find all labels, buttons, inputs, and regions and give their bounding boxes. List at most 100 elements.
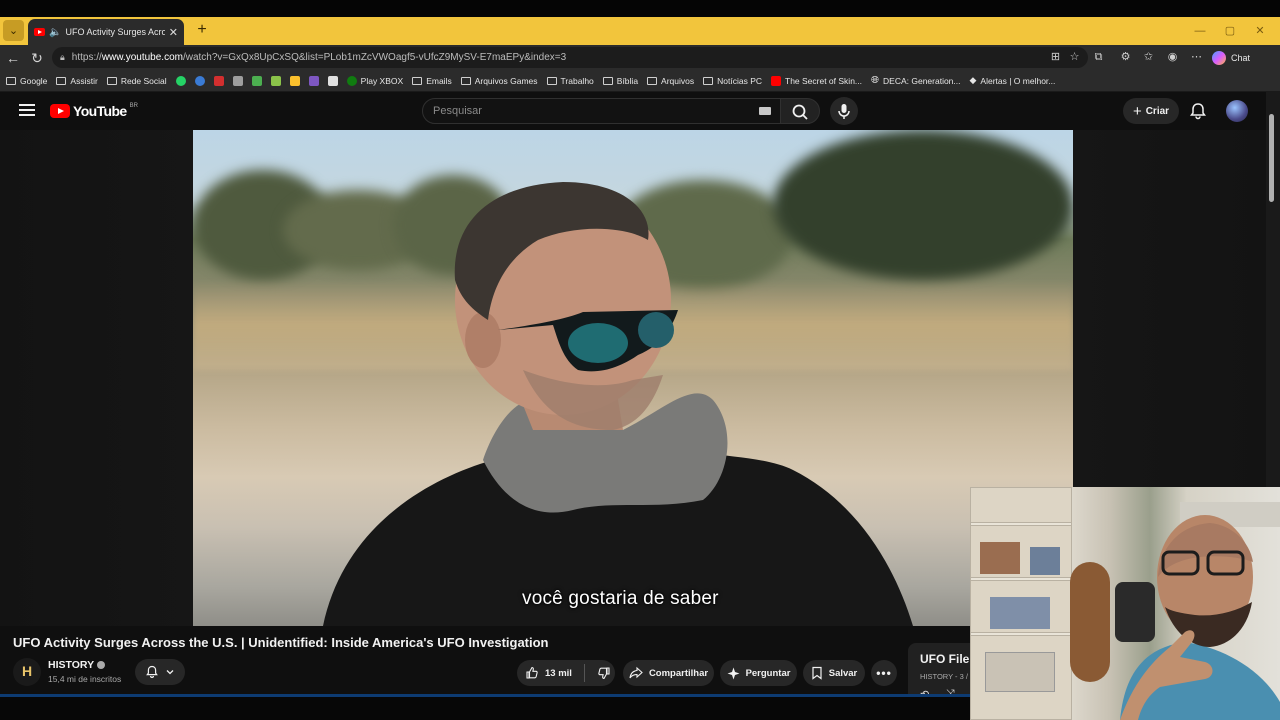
voice-search-button[interactable] — [830, 97, 858, 125]
channel-name[interactable]: HISTORY — [48, 659, 106, 671]
minimize-button[interactable]: — — [1184, 17, 1216, 45]
search-button[interactable] — [780, 98, 820, 124]
split-screen-icon[interactable]: ⚙ — [1117, 49, 1134, 66]
youtube-wordmark: YouTube — [73, 103, 127, 119]
bookmark-item[interactable]: Google — [6, 76, 47, 86]
close-window-button[interactable]: ✕ — [1244, 17, 1276, 45]
yellow-app-icon — [289, 75, 300, 86]
red-app-icon — [213, 75, 224, 86]
site-info-icon[interactable]: 🔒︎ — [60, 52, 65, 63]
browser-tab-active[interactable]: 🔈 UFO Activity Surges Across the U.S. ✕ — [28, 19, 184, 45]
youtube-play-icon — [50, 104, 70, 118]
person-on-screen — [323, 182, 913, 626]
like-dislike-group: 13 mil — [517, 660, 615, 686]
whatsapp-icon — [175, 75, 186, 86]
folder-icon — [412, 76, 423, 85]
bookmark-item[interactable] — [308, 75, 319, 86]
more-menu-icon[interactable]: ⋯ — [1188, 49, 1205, 66]
playlist-subtitle: HISTORY - 3 / — [920, 672, 968, 681]
maximize-button[interactable]: ▢ — [1214, 17, 1246, 45]
copilot-chat-button[interactable]: Chat — [1212, 48, 1250, 67]
subscription-notifications-button[interactable] — [135, 659, 185, 685]
xbox-icon — [346, 75, 357, 86]
star-app-icon — [251, 75, 262, 86]
like-count[interactable]: 13 mil — [545, 668, 572, 679]
app-install-icon[interactable]: ⊞ — [1047, 49, 1064, 66]
tab-actions-menu-button[interactable]: ⌄ — [3, 20, 24, 41]
address-bar[interactable]: 🔒︎ https://www.youtube.com/watch?v=GxQx8… — [52, 47, 1088, 68]
notifications-bell-icon[interactable] — [1188, 101, 1208, 121]
copilot-icon — [1212, 50, 1226, 65]
bookmark-item[interactable]: Bíblia — [602, 76, 638, 86]
more-dots-icon: ••• — [876, 666, 892, 680]
extensions-icon[interactable]: ⧉ — [1090, 49, 1107, 66]
bookmark-item[interactable] — [270, 75, 281, 86]
folder-icon — [460, 76, 471, 85]
plus-icon: + — [1132, 102, 1142, 120]
bookmark-item[interactable] — [175, 75, 186, 86]
bookmark-label: Notícias PC — [717, 75, 762, 86]
playlist-title: UFO File — [920, 652, 970, 666]
save-button[interactable]: Salvar — [803, 660, 865, 686]
video-frame[interactable] — [193, 130, 1073, 626]
ask-label: Perguntar — [745, 667, 791, 679]
bookmark-item[interactable] — [213, 75, 224, 86]
hamburger-menu-icon[interactable] — [19, 104, 35, 116]
profile-icon[interactable]: ◉ — [1164, 49, 1181, 66]
bookmark-item[interactable] — [232, 75, 243, 86]
bookmark-item[interactable]: Assistir — [56, 76, 98, 86]
like-divider — [583, 664, 585, 682]
bookmark-item[interactable]: Play XBOX — [346, 75, 403, 86]
new-tab-button[interactable]: + — [192, 20, 212, 40]
bookmark-label: Rede Social — [120, 75, 167, 86]
keyboard-icon[interactable] — [759, 107, 771, 115]
tab-close-icon[interactable]: ✕ — [169, 26, 178, 39]
ask-button[interactable]: Perguntar — [720, 660, 797, 686]
bookmark-label: Alertas | O melhor... — [980, 75, 1056, 86]
bookmark-item[interactable] — [251, 75, 262, 86]
create-button[interactable]: + Criar — [1123, 98, 1179, 124]
create-label: Criar — [1145, 105, 1170, 117]
bookmark-item[interactable]: ◆ Alertas | O melhor... — [970, 75, 1056, 86]
favorites-icon[interactable]: ✩ — [1140, 49, 1157, 66]
bookmark-item[interactable]: Arquivos Games — [460, 76, 538, 86]
folder-icon — [56, 76, 67, 85]
reload-icon[interactable]: ↻ — [27, 48, 47, 68]
dislike-icon[interactable] — [597, 666, 611, 680]
like-icon[interactable] — [525, 666, 539, 680]
bookmark-item[interactable] — [327, 75, 338, 86]
bookmark-item[interactable] — [289, 75, 300, 86]
address-toolbar: ← ↻ 🔒︎ https://www.youtube.com/watch?v=G… — [0, 45, 1280, 70]
gray-app-icon — [232, 75, 243, 86]
bookmark-item[interactable]: Emails — [412, 76, 452, 86]
video-title: UFO Activity Surges Across the U.S. | Un… — [13, 635, 549, 650]
back-arrow-icon[interactable]: ← — [3, 48, 23, 68]
bookmarks-bar: Google Assistir Rede Social Play XBOX Emails… — [0, 70, 1280, 92]
more-actions-button[interactable]: ••• — [871, 660, 897, 686]
bookmark-item[interactable]: 🌐︎ DECA: Generation... — [871, 75, 960, 86]
globe-icon: 🌐︎ — [871, 75, 880, 86]
purple-app-icon — [308, 75, 319, 86]
bookmark-item[interactable]: The Secret of Skin... — [771, 75, 863, 86]
account-avatar[interactable] — [1226, 100, 1248, 122]
channel-avatar[interactable]: H — [13, 658, 41, 686]
search-placeholder: Pesquisar — [433, 105, 482, 117]
youtube-logo[interactable]: YouTube BR — [50, 103, 138, 119]
url-text: https://www.youtube.com/watch?v=GxQx8UpC… — [71, 52, 567, 63]
bookmark-item[interactable]: Rede Social — [106, 75, 167, 86]
search-input[interactable]: Pesquisar — [422, 98, 782, 124]
share-label: Compartilhar — [648, 667, 709, 679]
bookmark-item[interactable]: Trabalho — [546, 76, 594, 86]
favorite-star-icon[interactable]: ☆ — [1066, 49, 1083, 66]
bookmark-item[interactable]: Notícias PC — [703, 76, 762, 86]
bookmark-item[interactable] — [194, 75, 205, 86]
bookmark-label: The Secret of Skin... — [785, 75, 863, 86]
scrollbar-thumb[interactable] — [1269, 114, 1274, 202]
youtube-icon — [771, 75, 781, 86]
bookmark-item[interactable]: Arquivos — [647, 76, 694, 86]
audio-playing-icon[interactable]: 🔈 — [49, 27, 61, 38]
streamer-webcam-image — [1120, 515, 1280, 720]
bookmark-label: DECA: Generation... — [883, 75, 961, 86]
share-button[interactable]: Compartilhar — [623, 660, 714, 686]
bookmark-label: Google — [20, 75, 48, 86]
